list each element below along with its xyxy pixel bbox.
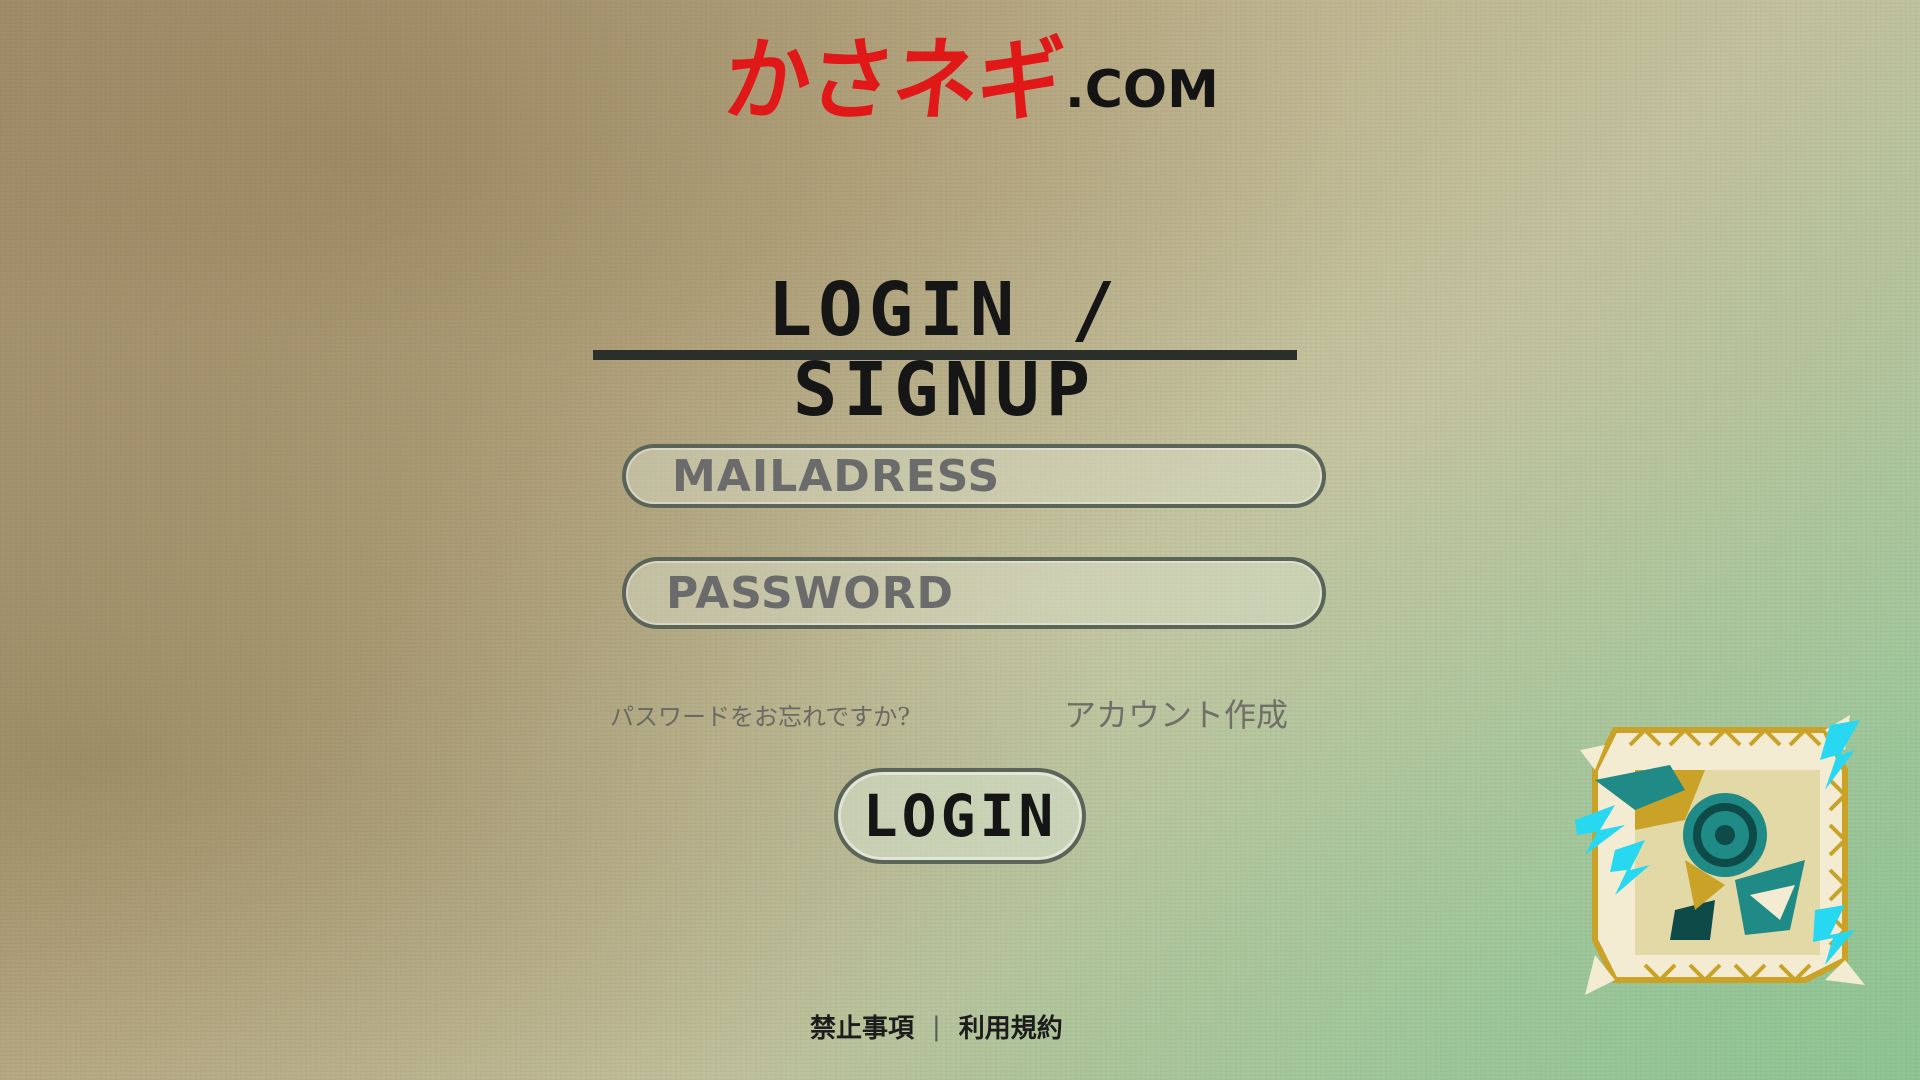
password-field[interactable] — [626, 561, 1322, 625]
forgot-password-link[interactable]: パスワードをお忘れですか? — [610, 697, 910, 732]
login-button[interactable]: LOGIN — [834, 768, 1086, 864]
site-logo[interactable]: かさネギ .COM — [719, 24, 1218, 134]
logo-domain-suffix: .COM — [1065, 60, 1219, 120]
logo-japanese-text: かさネギ — [719, 28, 1067, 134]
footer-links: 禁止事項 | 利用規約 — [810, 1008, 1063, 1045]
prohibited-matters-link[interactable]: 禁止事項 — [810, 1008, 914, 1045]
email-field-wrapper — [622, 444, 1326, 508]
title-underline — [593, 350, 1297, 360]
terms-of-use-link[interactable]: 利用規約 — [959, 1008, 1063, 1045]
create-account-link[interactable]: アカウント作成 — [1064, 690, 1288, 736]
password-field-wrapper — [622, 557, 1326, 629]
monster-crest-emblem-icon — [1575, 710, 1865, 1000]
footer-separator: | — [932, 1011, 941, 1042]
email-field[interactable] — [626, 448, 1322, 504]
